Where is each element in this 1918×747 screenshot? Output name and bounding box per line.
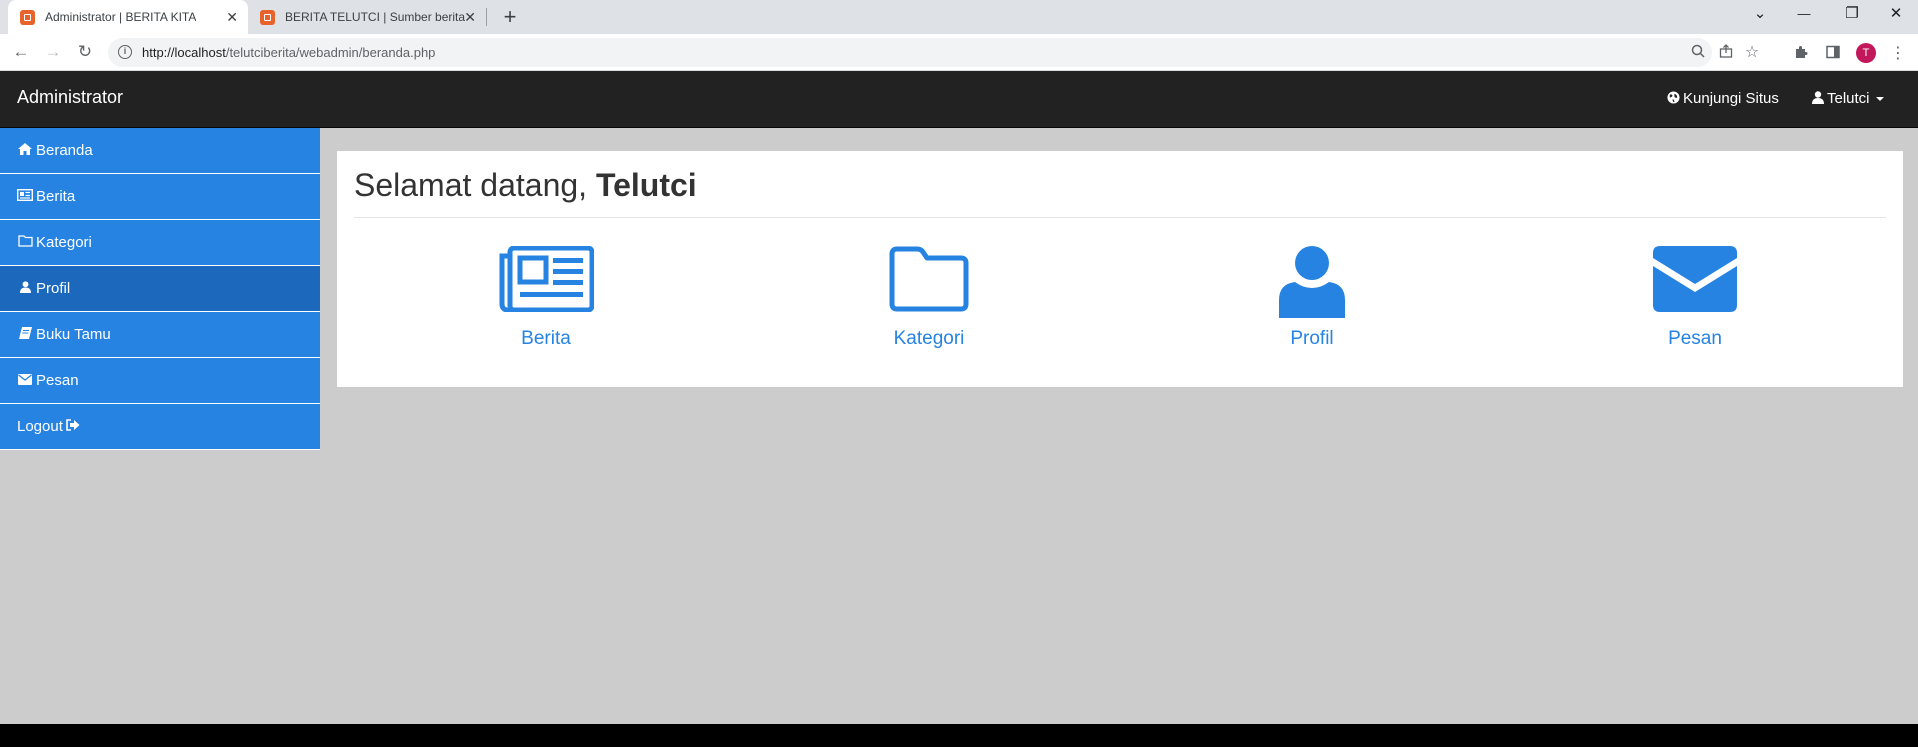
sidebar-nav: Beranda Berita Kategori Profil Buku Tamu [0, 128, 320, 450]
folder-icon [17, 235, 33, 250]
sidebar-item-beranda[interactable]: Beranda [0, 128, 320, 174]
profile-avatar[interactable]: T [1856, 43, 1876, 63]
browser-toolbar: ← → ↻ i http://localhost/telutciberita/w… [0, 34, 1918, 71]
user-icon [17, 281, 33, 296]
sidebar-item-pesan[interactable]: Pesan [0, 358, 320, 404]
tab-divider [486, 8, 487, 26]
user-icon [1812, 90, 1824, 107]
admin-page: Administrator Kunjungi Situs Telutci Ber… [0, 71, 1918, 747]
tab-title: Administrator | BERITA KITA [45, 10, 197, 24]
address-bar[interactable]: i http://localhost/telutciberita/webadmi… [108, 38, 1759, 67]
close-icon[interactable]: ✕ [226, 9, 238, 25]
tab-search-chevron-icon[interactable]: ⌄ [1738, 0, 1782, 30]
url-text[interactable]: http://localhost/telutciberita/webadmin/… [142, 45, 435, 60]
browser-tab-admin[interactable]: Administrator | BERITA KITA ✕ [8, 0, 248, 34]
title-divider [354, 217, 1886, 218]
tab-title: BERITA TELUTCI | Sumber berita t [285, 10, 465, 24]
forward-arrow-icon[interactable]: → [41, 40, 65, 64]
newspaper-icon [16, 188, 34, 204]
welcome-prefix: Selamat datang, [354, 167, 588, 203]
tile-label: Berita [521, 328, 571, 349]
close-icon[interactable]: ✕ [464, 9, 476, 25]
navbar-brand[interactable]: Administrator [17, 87, 123, 108]
back-arrow-icon[interactable]: ← [9, 40, 33, 64]
sidebar-item-logout[interactable]: Logout [0, 404, 320, 450]
sidebar-item-label: Berita [36, 188, 76, 205]
new-tab-button[interactable]: + [497, 3, 523, 31]
sidebar-item-label: Beranda [36, 142, 93, 159]
sidebar-item-buku-tamu[interactable]: Buku Tamu [0, 312, 320, 358]
tile-label: Profil [1290, 328, 1334, 349]
extensions-puzzle-icon[interactable] [1791, 44, 1811, 64]
more-menu-icon[interactable]: ⋮ [1888, 44, 1908, 64]
tile-label: Kategori [893, 328, 965, 349]
browser-tab-berita[interactable]: BERITA TELUTCI | Sumber berita t ✕ [248, 0, 486, 34]
dashboard-tile-berita[interactable]: Berita [446, 246, 646, 350]
site-info-icon[interactable]: i [118, 45, 132, 59]
welcome-username: Telutci [595, 167, 697, 203]
minimize-button[interactable]: — [1782, 0, 1826, 30]
dashboard-tile-pesan[interactable]: Pesan [1595, 246, 1795, 350]
restore-button[interactable]: ❐ [1830, 0, 1874, 30]
dashboard-tile-profil[interactable]: Profil [1212, 246, 1412, 350]
visit-site-label: Kunjungi Situs [1683, 90, 1779, 107]
visit-site-link[interactable]: Kunjungi Situs [1667, 90, 1779, 107]
globe-icon [1667, 90, 1680, 107]
xampp-favicon-icon [20, 9, 35, 25]
book-icon [17, 327, 33, 342]
browser-tab-strip: Administrator | BERITA KITA ✕ BERITA TEL… [0, 0, 1918, 34]
side-panel-icon[interactable] [1823, 44, 1843, 64]
folder-icon [889, 246, 969, 312]
window-close-button[interactable]: ✕ [1874, 0, 1918, 30]
envelope-icon [1653, 246, 1737, 312]
sidebar-item-profil[interactable]: Profil [0, 266, 320, 312]
caret-down-icon [1875, 96, 1884, 101]
home-icon [17, 143, 33, 158]
sidebar-item-label: Profil [36, 280, 71, 297]
user-name: Telutci [1827, 90, 1870, 107]
sidebar-item-label: Buku Tamu [36, 326, 111, 343]
page-title: Selamat datang, Telutci [354, 167, 697, 204]
top-navbar: Administrator Kunjungi Situs Telutci [0, 71, 1918, 128]
sidebar-item-berita[interactable]: Berita [0, 174, 320, 220]
sidebar-item-kategori[interactable]: Kategori [0, 220, 320, 266]
logout-icon [66, 419, 80, 434]
zoom-icon[interactable] [1688, 43, 1708, 63]
sidebar-item-label: Pesan [36, 372, 79, 389]
newspaper-icon [499, 246, 594, 312]
sidebar-item-label: Logout [17, 418, 63, 435]
reload-icon[interactable]: ↻ [73, 40, 97, 64]
share-icon[interactable] [1716, 43, 1736, 63]
envelope-icon [17, 373, 33, 388]
xampp-favicon-icon [260, 9, 275, 25]
sidebar-item-label: Kategori [36, 234, 92, 251]
user-icon [1279, 246, 1345, 318]
welcome-panel: Selamat datang, Telutci Berita Kategori [337, 151, 1903, 387]
bookmark-star-icon[interactable]: ☆ [1742, 43, 1762, 63]
page-footer [0, 724, 1918, 747]
tile-label: Pesan [1668, 328, 1722, 349]
user-dropdown[interactable]: Telutci [1812, 90, 1884, 107]
dashboard-tile-kategori[interactable]: Kategori [829, 246, 1029, 350]
